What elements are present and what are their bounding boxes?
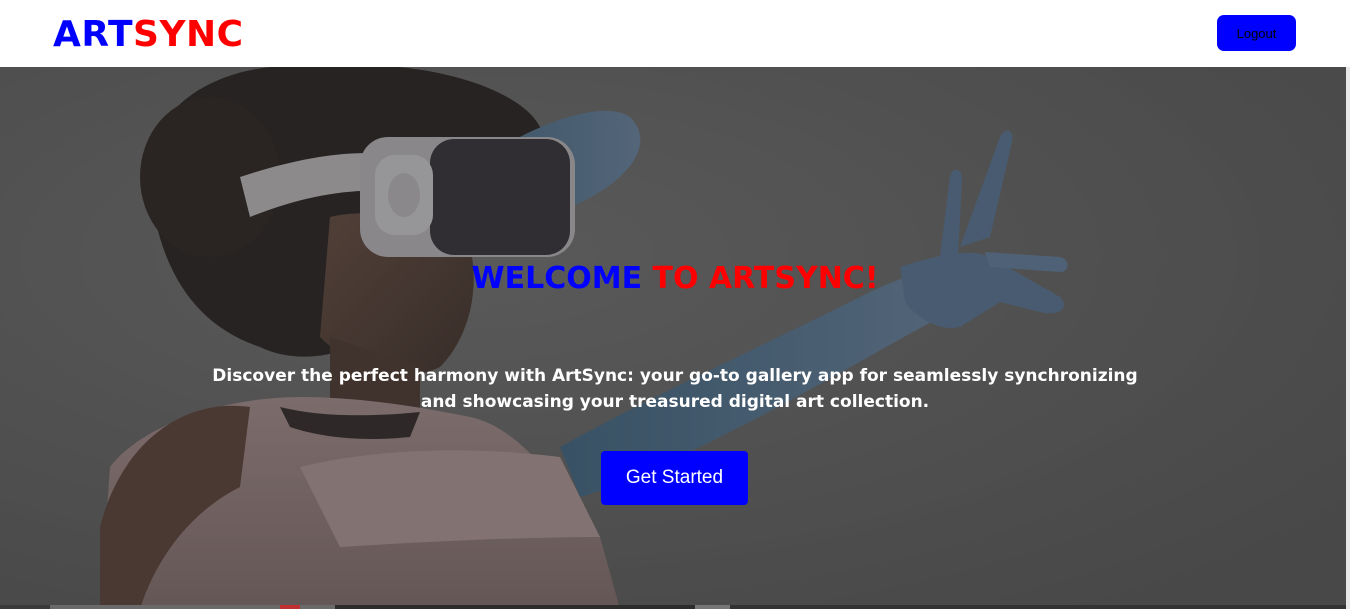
get-started-button[interactable]: Get Started (601, 451, 748, 505)
welcome-part-2: TO ARTSYNC! (652, 261, 879, 296)
logo[interactable]: ARTSYNC (53, 13, 244, 57)
hero-section: WELCOME TO ARTSYNC! Discover the perfect… (0, 67, 1350, 609)
scrollbar-edge (1346, 67, 1350, 609)
logo-part-art: ART (53, 14, 134, 55)
dark-overlay (0, 67, 1350, 609)
logout-button[interactable]: Logout (1217, 15, 1296, 51)
hero-tagline: Discover the perfect harmony with ArtSyn… (212, 366, 1138, 412)
navbar: ARTSYNC Logout (0, 0, 1350, 67)
logo-part-sync: SYNC (133, 14, 244, 55)
welcome-part-1: WELCOME (471, 261, 653, 296)
welcome-heading: WELCOME TO ARTSYNC! (0, 259, 1350, 299)
bottom-image-strip (0, 605, 1350, 609)
